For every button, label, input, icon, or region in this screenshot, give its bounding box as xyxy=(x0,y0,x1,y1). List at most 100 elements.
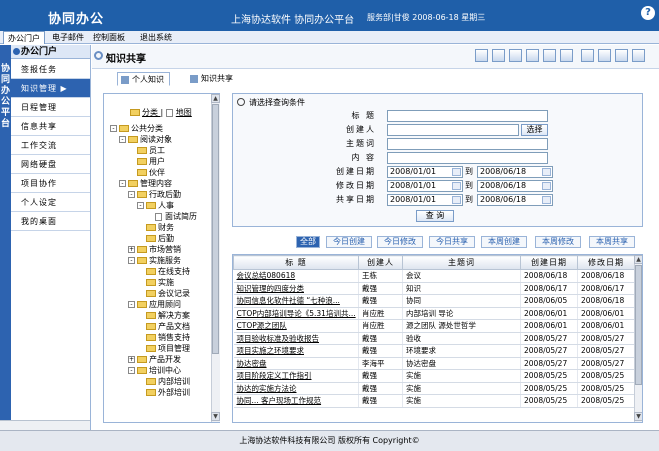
cell-title[interactable]: 会议总结080618 xyxy=(233,269,359,283)
creator-input[interactable] xyxy=(387,124,519,136)
cell-title[interactable]: 协达密盘 xyxy=(233,357,359,370)
tree-node[interactable]: 销售支持 xyxy=(110,332,210,343)
category-view-link[interactable]: 分类 xyxy=(130,108,161,117)
create-date-to[interactable]: 2008/06/18 xyxy=(477,166,553,178)
table-row[interactable]: 协同... 客户现场工作规范 戴强 实施 2008/05/25 2008/05/25 xyxy=(233,394,635,408)
document-link[interactable]: 协同信息化软件社德 “七种浪... xyxy=(237,296,340,305)
tree-node[interactable]: 员工 xyxy=(110,145,210,156)
table-row[interactable]: CTOP内部培训导论《5.31培训共... 肖应胜 内部培训 导论 2008/06/0… xyxy=(233,307,635,320)
title-input[interactable] xyxy=(387,110,548,122)
calendar-icon[interactable] xyxy=(452,182,461,190)
tree-node[interactable]: - 实施服务 xyxy=(110,255,210,266)
tree-node[interactable]: 面试简历 xyxy=(110,211,210,222)
next-icon[interactable] xyxy=(598,49,611,62)
tree-node[interactable]: - 公共分类 xyxy=(110,123,210,134)
collapse-icon[interactable]: - xyxy=(119,180,126,187)
tree-scroll-thumb[interactable] xyxy=(212,104,219,354)
nav-horizontal-scrollbar[interactable] xyxy=(0,420,90,430)
document-link[interactable]: 项目实施之环境要求 xyxy=(237,346,305,355)
restore-icon[interactable] xyxy=(632,49,645,62)
tree-node[interactable]: - 管理内容 xyxy=(110,178,210,189)
filter-today-modified[interactable]: 今日修改 xyxy=(377,236,423,248)
window-icon[interactable] xyxy=(526,49,539,62)
document-link[interactable]: 项目验收标准及验收报告 xyxy=(237,334,320,343)
scroll-up-icon[interactable]: ▲ xyxy=(634,255,642,264)
table-row[interactable]: 协达的实施方法论 戴强 实施 2008/05/25 2008/05/25 xyxy=(233,382,635,395)
filter-week-shared[interactable]: 本周共享 xyxy=(589,236,635,248)
tree-node[interactable]: - 培训中心 xyxy=(110,365,210,376)
tree-node[interactable]: 用户 xyxy=(110,156,210,167)
tree-node[interactable]: 实施 xyxy=(110,277,210,288)
table-row[interactable]: 项目阶段定义工作指引 戴强 实施 2008/05/25 2008/05/25 xyxy=(233,369,635,383)
menu-email[interactable]: 电子邮件 xyxy=(48,31,88,44)
map-view-link[interactable]: 地图 xyxy=(165,108,192,117)
cell-title[interactable]: 项目阶段定义工作指引 xyxy=(233,369,359,383)
document-link[interactable]: 协达的实施方法论 xyxy=(237,384,297,393)
modify-date-from[interactable]: 2008/01/01 xyxy=(387,180,463,192)
cell-title[interactable]: 项目实施之环境要求 xyxy=(233,344,359,358)
tree-node[interactable]: 解决方案 xyxy=(110,310,210,321)
tree-node[interactable]: - 行政后勤 xyxy=(110,189,210,200)
nav-item-approval-tasks[interactable]: 签报任务 xyxy=(11,60,90,79)
print-icon[interactable] xyxy=(543,49,556,62)
nav-item-personal-settings[interactable]: 个人设定 xyxy=(11,193,90,212)
menu-logout[interactable]: 退出系统 xyxy=(136,31,176,44)
calendar-icon[interactable] xyxy=(542,182,551,190)
expand-icon[interactable]: + xyxy=(128,356,135,363)
cell-title[interactable]: 协同... 客户现场工作规范 xyxy=(233,394,359,408)
column-header-modify-date[interactable]: 修改日期 xyxy=(577,255,635,270)
column-header-title[interactable]: 标 题 xyxy=(233,255,359,270)
collapse-icon[interactable]: - xyxy=(128,191,135,198)
column-header-keyword[interactable]: 主题词 xyxy=(402,255,521,270)
nav-item-work-exchange[interactable]: 工作交流 xyxy=(11,136,90,155)
calendar-icon[interactable] xyxy=(452,168,461,176)
collapse-icon[interactable]: - xyxy=(110,125,117,132)
new-doc-icon[interactable] xyxy=(475,49,488,62)
document-link[interactable]: 项目阶段定义工作指引 xyxy=(237,371,312,380)
table-row[interactable]: 知识管理的四度分类 戴强 知识 2008/06/17 2008/06/17 xyxy=(233,282,635,295)
nav-item-project[interactable]: 项目协作 xyxy=(11,174,90,193)
nav-item-net-disk[interactable]: 网络硬盘 xyxy=(11,155,90,174)
table-row[interactable]: 协达密盘 李海平 协达密盘 2008/05/27 2008/05/27 xyxy=(233,357,635,370)
nav-item-my-desktop[interactable]: 我的桌面 xyxy=(11,212,90,231)
document-link[interactable]: CTOP内部培训导论《5.31培训共... xyxy=(237,309,356,318)
table-scroll-thumb[interactable] xyxy=(635,265,642,385)
refresh-icon[interactable] xyxy=(615,49,628,62)
share-date-to[interactable]: 2008/06/18 xyxy=(477,194,553,206)
cell-title[interactable]: 协达的实施方法论 xyxy=(233,382,359,395)
tree-node[interactable]: 财务 xyxy=(110,222,210,233)
table-row[interactable]: 项目实施之环境要求 戴强 环境要求 2008/05/27 2008/05/27 xyxy=(233,344,635,358)
tree-node[interactable]: 伙伴 xyxy=(110,167,210,178)
collapse-icon[interactable]: - xyxy=(128,367,135,374)
filter-week-modified[interactable]: 本周修改 xyxy=(535,236,581,248)
tree-node[interactable]: - 阅读对象 xyxy=(110,134,210,145)
query-button[interactable]: 查 询 xyxy=(416,210,454,222)
document-link[interactable]: 知识管理的四度分类 xyxy=(237,284,305,293)
cell-title[interactable]: CTOP内部培训导论《5.31培训共... xyxy=(233,307,359,320)
calendar-icon[interactable] xyxy=(452,196,461,204)
document-link[interactable]: 协达密盘 xyxy=(237,359,267,368)
table-row[interactable]: 协同信息化软件社德 “七种浪... 戴强 协同 2008/06/05 2008/06/1… xyxy=(233,294,635,308)
menu-control-panel[interactable]: 控制面板 xyxy=(89,31,129,44)
edit-doc-icon[interactable] xyxy=(492,49,505,62)
tree-node[interactable]: 在线支持 xyxy=(110,266,210,277)
table-row[interactable]: CTOP源之团队 肖应胜 源之团队 源处世哲学 2008/06/01 2008/06/0… xyxy=(233,319,635,333)
select-creator-button[interactable]: 选择 xyxy=(521,124,548,136)
tree-node[interactable]: 产品文档 xyxy=(110,321,210,332)
back-icon[interactable] xyxy=(560,49,573,62)
prev-icon[interactable] xyxy=(581,49,594,62)
column-header-create-date[interactable]: 创建日期 xyxy=(520,255,578,270)
nav-item-info-share[interactable]: 信息共享 xyxy=(11,117,90,136)
create-date-from[interactable]: 2008/01/01 xyxy=(387,166,463,178)
filter-today-shared[interactable]: 今日共享 xyxy=(429,236,475,248)
table-row[interactable]: 项目验收标准及验收报告 戴强 验收 2008/05/27 2008/05/27 xyxy=(233,332,635,345)
tree-node[interactable]: - 人事 xyxy=(110,200,210,211)
collapse-icon[interactable]: - xyxy=(128,257,135,264)
vertical-platform-tab[interactable]: 协同办公平台 xyxy=(0,45,11,420)
collapse-icon[interactable]: - xyxy=(119,136,126,143)
help-icon[interactable]: ? xyxy=(641,6,655,20)
scroll-down-icon[interactable]: ▼ xyxy=(211,412,220,421)
cell-title[interactable]: 项目验收标准及验收报告 xyxy=(233,332,359,345)
filter-all[interactable]: 全部 xyxy=(296,236,320,248)
scroll-up-icon[interactable]: ▲ xyxy=(211,94,220,103)
